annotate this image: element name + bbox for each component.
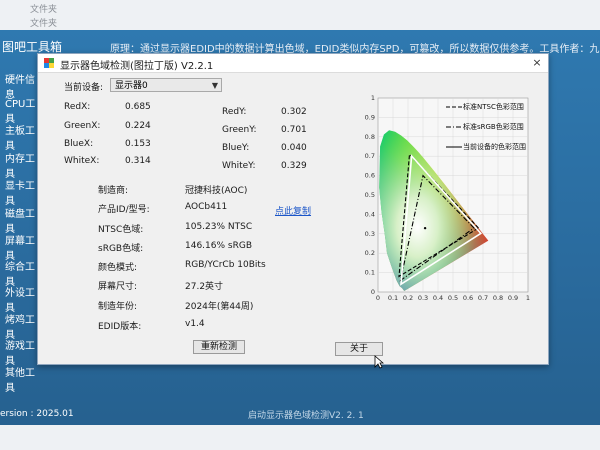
white-point [423,226,427,230]
folder-label[interactable]: 文件夹 [30,16,57,29]
white-x-value: 0.314 [125,156,151,166]
y-tick-label: 0.8 [365,133,375,141]
x-tick-label: 0.9 [508,294,518,302]
y-tick-label: 1 [371,94,375,102]
y-tick-label: 0.7 [365,152,375,160]
desktop-bottom-strip [0,425,600,450]
ntsc-label: NTSC色域: [98,225,144,235]
y-tick-label: 0.6 [365,172,375,180]
blue-x-value: 0.153 [125,139,151,149]
white-y-label: WhiteY: [222,161,256,171]
y-tick-label: 0.9 [365,113,375,121]
recheck-button[interactable]: 重新检测 [193,340,245,354]
close-button[interactable]: × [530,56,544,70]
about-button[interactable]: 关于 [335,342,383,356]
dialog-titlebar[interactable]: 显示器色域检测(图拉丁版) V2.2.1 × [38,54,548,73]
x-tick-label: 0.8 [493,294,503,302]
legend-label-1: 标准sRGB色彩范围 [463,122,524,131]
y-tick-label: 0.1 [365,269,375,277]
y-tick-label: 0.5 [365,191,375,199]
blue-y-label: BlueY: [222,143,250,153]
edid-version-value: v1.4 [185,319,205,329]
legend-label-0: 标准NTSC色彩范围 [463,102,524,111]
screen-size-value: 27.2英寸 [185,282,224,292]
monitor-select-value: 显示器0 [115,81,148,91]
x-tick-label: 0.7 [478,294,488,302]
x-tick-label: 0.6 [463,294,473,302]
y-tick-label: 0 [371,288,375,296]
color-mode-label: 颜色模式: [98,263,138,273]
y-tick-label: 0.4 [365,210,375,218]
cie-gamut-chart: 0 0.1 0.2 0.3 0.4 0.5 0.6 0.7 0.8 0.9 1 0 0.1 0.2 0.3 0… [365,94,530,302]
dialog-title: 显示器色域检测(图拉丁版) V2.2.1 [60,61,214,72]
srgb-value: 146.16% sRGB [185,241,252,251]
monitor-select[interactable]: 显示器0 ▼ [110,78,222,92]
x-tick-label: 0 [376,294,380,302]
monitor-label: 当前设备: [64,83,104,93]
legend-label-2: 当前设备的色彩范围 [463,142,526,151]
x-tick-label: 0.5 [448,294,458,302]
manufacturer-label: 制造商: [98,186,129,196]
x-tick-label: 0.3 [418,294,428,302]
red-x-value: 0.685 [125,102,151,112]
gamut-dialog: 显示器色域检测(图拉丁版) V2.2.1 × 当前设备: 显示器0 ▼ RedX… [37,53,549,365]
green-x-value: 0.224 [125,121,151,131]
blue-x-label: BlueX: [64,139,94,149]
x-tick-label: 0.1 [388,294,398,302]
app-icon [44,58,54,68]
white-x-label: WhiteX: [64,156,100,166]
blue-y-value: 0.040 [281,143,307,153]
model-label: 产品ID/型号: [98,205,150,215]
x-tick-label: 0.4 [433,294,443,302]
manufacturer-value: 冠捷科技(AOC) [185,186,248,196]
desktop-top-strip: 文件夹 文件夹 [0,0,600,30]
version-label: ersion : 2025.01 [0,409,74,419]
model-value: AOCb411 [185,202,228,212]
screen-size-label: 屏幕尺寸: [98,282,138,292]
chevron-down-icon: ▼ [211,81,218,90]
green-y-label: GreenY: [222,125,257,135]
white-y-value: 0.329 [281,161,307,171]
mouse-cursor-icon [374,355,384,369]
edid-version-label: EDID版本: [98,322,142,332]
y-tick-label: 0.3 [365,230,375,238]
green-x-label: GreenX: [64,121,101,131]
manufacture-year-value: 2024年(第44周) [185,302,254,312]
red-y-value: 0.302 [281,107,307,117]
red-y-label: RedY: [222,107,247,117]
sidebar-item[interactable]: 其他工具 [0,364,44,394]
manufacture-year-label: 制造年份: [98,302,138,312]
color-mode-value: RGB/YCrCb 10Bits [185,260,266,270]
copy-link[interactable]: 点此复制 [275,204,311,217]
ntsc-value: 105.23% NTSC [185,222,253,232]
srgb-label: sRGB色域: [98,244,144,254]
y-tick-label: 0.2 [365,249,375,257]
x-tick-label: 1 [526,294,530,302]
folder-label[interactable]: 文件夹 [30,2,57,15]
status-text: 启动显示器色域检测V2. 2. 1 [248,411,364,421]
red-x-label: RedX: [64,102,91,112]
green-y-value: 0.701 [281,125,307,135]
x-tick-label: 0.2 [403,294,413,302]
